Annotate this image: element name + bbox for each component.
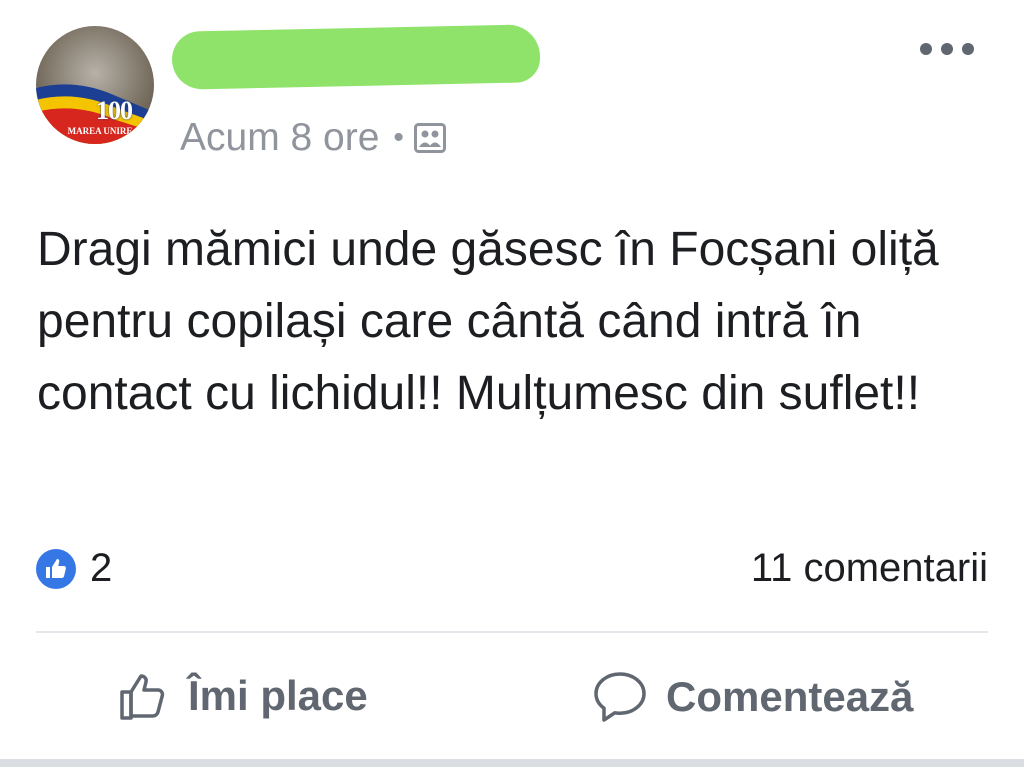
- meta-separator: •: [393, 121, 404, 154]
- post-timestamp[interactable]: Acum 8 ore: [180, 116, 379, 160]
- like-reaction-icon: [36, 548, 76, 589]
- thumbs-up-icon: [120, 674, 165, 720]
- like-button-label: Îmi place: [188, 672, 368, 719]
- action-divider: [36, 631, 988, 633]
- more-options-icon[interactable]: [920, 40, 974, 58]
- like-button[interactable]: Îmi place: [118, 670, 368, 722]
- post-body: Dragi mămici unde găsesc în Focșani oliț…: [37, 223, 939, 420]
- post-meta: Acum 8 ore •: [180, 116, 446, 160]
- post-separator-bar: [0, 759, 1024, 767]
- avatar-badge-caption: MAREA UNIRE: [67, 126, 133, 136]
- more-dot: [962, 43, 974, 55]
- more-dot: [941, 43, 953, 55]
- comments-count-link[interactable]: 11 comentarii: [751, 546, 988, 591]
- speech-bubble-icon: [594, 672, 646, 722]
- likes-count: 2: [90, 546, 113, 590]
- avatar-badge-100: 100: [96, 96, 133, 125]
- comment-button[interactable]: Comentează: [592, 670, 913, 724]
- reactions-summary[interactable]: 2: [36, 546, 112, 591]
- comment-button-label: Comentează: [666, 673, 914, 720]
- redacted-author-name[interactable]: [171, 24, 541, 90]
- author-avatar[interactable]: 100 MAREA UNIRE: [36, 26, 154, 144]
- public-group-icon: [413, 123, 446, 153]
- more-dot: [920, 43, 932, 55]
